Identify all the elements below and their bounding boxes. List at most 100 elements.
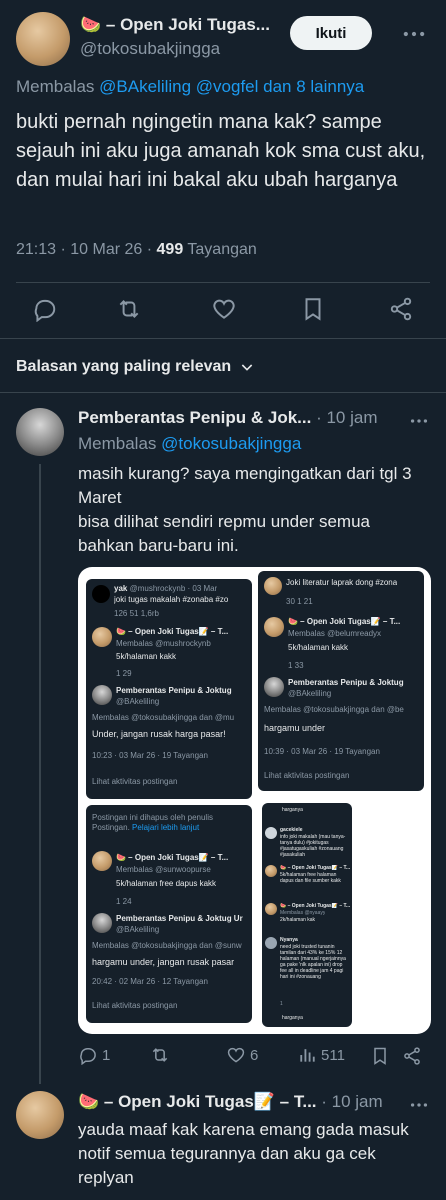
collage-text: 5k/halaman kakk bbox=[288, 643, 349, 652]
collage-text: hargamu under bbox=[264, 723, 326, 733]
repost-icon bbox=[150, 1045, 170, 1065]
reply2-text: yauda maaf kak karena emang gada masuk n… bbox=[78, 1120, 409, 1187]
like-icon[interactable] bbox=[211, 296, 237, 322]
share-icon[interactable] bbox=[388, 296, 414, 322]
collage-text: 20:42 · 02 Mar 26 · 12 Tayangan bbox=[92, 977, 208, 986]
collage-image-top-left[interactable]: yak @mushrockynb · 03 Mar joki tugas mak… bbox=[86, 579, 252, 799]
repost-icon[interactable] bbox=[116, 296, 142, 322]
views-count: 499 bbox=[156, 241, 184, 258]
collage-text: Lihat aktivitas postingan bbox=[264, 771, 350, 780]
collage-text: gacekiele bbox=[280, 827, 303, 833]
views-icon bbox=[297, 1045, 317, 1065]
reply1-like-action[interactable]: 6 bbox=[226, 1045, 258, 1065]
collage-text: Membalas @mushrockynb bbox=[116, 639, 211, 648]
collage-text: Membalas @nyaayy bbox=[280, 910, 326, 916]
thread-line bbox=[39, 464, 41, 1084]
reply2-avatar[interactable] bbox=[16, 1091, 64, 1139]
reply1-avatar[interactable] bbox=[16, 408, 64, 456]
collage-text: Joki literatur laprak dong #zona bbox=[286, 578, 398, 587]
replies-sort-selector[interactable]: Balasan yang paling relevan bbox=[16, 358, 255, 376]
collage-text: Pelajari lebih lanjut bbox=[132, 823, 200, 832]
reply2-time[interactable]: · 10 jam bbox=[321, 1092, 382, 1111]
divider-bottom bbox=[0, 338, 446, 339]
collage-image-bottom-left[interactable]: Postingan ini dihapus oleh penulis Posti… bbox=[86, 805, 252, 1023]
tweet-meta: 21:13 · 10 Mar 26 · 499 Tayangan bbox=[16, 241, 257, 259]
reply1-reply-action[interactable]: 1 bbox=[78, 1045, 111, 1066]
collage-avatar bbox=[92, 913, 112, 933]
collage-avatar bbox=[264, 577, 282, 595]
bookmark-icon[interactable] bbox=[300, 296, 326, 322]
collage-text: 10:39 · 03 Mar 26 · 19 Tayangan bbox=[264, 747, 380, 756]
collage-text: 5k/halaman free halaman dapus dan file s… bbox=[280, 872, 341, 884]
collage-text: Membalas @belumreadyx bbox=[288, 629, 382, 638]
author-handle[interactable]: @tokosubakjingga bbox=[80, 39, 220, 59]
collage-text: 1 24 bbox=[116, 897, 132, 906]
tweet-timestamp[interactable]: 21:13 · 10 Mar 26 · bbox=[16, 241, 152, 258]
collage-text: harganya bbox=[282, 807, 303, 813]
collage-text: Membalas @tokosubakjingga dan @mu bbox=[92, 713, 235, 722]
collage-avatar bbox=[92, 851, 112, 871]
collage-text: Nyanya bbox=[280, 937, 298, 943]
collage-avatar bbox=[92, 627, 112, 647]
collage-text: hargamu under, jangan rusak pasar bbox=[92, 957, 235, 967]
collage-avatar bbox=[264, 617, 284, 637]
collage-text: Membalas @tokosubakjingga dan @be bbox=[264, 705, 404, 714]
collage-text: 1 33 bbox=[288, 661, 304, 670]
collage-text: 2k/halaman kak bbox=[280, 917, 316, 923]
reply2-display-name[interactable]: 🍉 – Open Joki Tugas📝 – T... bbox=[78, 1092, 317, 1111]
collage-avatar bbox=[265, 937, 277, 949]
like-icon bbox=[226, 1045, 246, 1065]
collage-text: harganya bbox=[282, 1015, 303, 1021]
collage-text: @BAkeliling bbox=[116, 925, 160, 934]
reply1-reply-prefix: Membalas bbox=[78, 434, 157, 453]
reply1-replying-to: Membalas @tokosubakjingga bbox=[78, 434, 301, 454]
reply1-header: Pemberantas Penipu & Jok... · 10 jam bbox=[78, 408, 378, 428]
reply1-text: masih kurang? saya mengingatkan dari tgl… bbox=[78, 464, 412, 555]
collage-text: 🍉 – Open Joki Tugas📝 – T... bbox=[116, 853, 229, 862]
reply1-views-action[interactable]: 511 bbox=[297, 1045, 345, 1065]
more-options-icon[interactable] bbox=[400, 20, 428, 48]
tweet-text: bukti pernah ngingetin mana kak? sampe s… bbox=[16, 111, 426, 191]
author-avatar[interactable] bbox=[16, 12, 70, 66]
collage-text: 1 29 bbox=[116, 669, 132, 678]
collage-avatar bbox=[265, 827, 277, 839]
replying-to-prefix: Membalas bbox=[16, 77, 95, 96]
reply1-share-icon[interactable] bbox=[402, 1046, 422, 1066]
collage-text: info joki makalah (mau tanya-tanya dulu)… bbox=[280, 834, 346, 858]
collage-image-bottom-right[interactable]: harganya gacekiele info joki makalah (ma… bbox=[262, 803, 352, 1027]
reply-icon[interactable] bbox=[32, 296, 58, 323]
collage-avatar bbox=[92, 585, 110, 603]
collage-text: 🍉 – Open Joki Tugas📝 – T... bbox=[280, 903, 351, 909]
collage-image-top-right[interactable]: Joki literatur laprak dong #zona 30 1 21… bbox=[258, 571, 424, 791]
collage-text: 🍉 – Open Joki Tugas📝 – T... bbox=[280, 865, 351, 871]
reply1-image-collage[interactable]: yak @mushrockynb · 03 Mar joki tugas mak… bbox=[78, 567, 431, 1034]
collage-avatar bbox=[264, 677, 284, 697]
reply2-more-icon[interactable] bbox=[408, 1094, 430, 1116]
collage-text: Membalas @sunwoopurse bbox=[116, 865, 211, 874]
reply1-display-name[interactable]: Pemberantas Penipu & Jok... bbox=[78, 408, 311, 427]
replying-to-users[interactable]: @BAkeliling @vogfel dan 8 lainnya bbox=[99, 77, 364, 96]
collage-text: Lihat aktivitas postingan bbox=[92, 1001, 178, 1010]
reply1-bookmark-icon[interactable] bbox=[370, 1046, 390, 1066]
collage-text: @mushrockynb · 03 Mar bbox=[129, 584, 218, 593]
reply1-reply-to[interactable]: @tokosubakjingga bbox=[161, 434, 301, 453]
collage-text: 🍉 – Open Joki Tugas📝 – T... bbox=[116, 627, 229, 636]
collage-text: 5k/halaman kakk bbox=[116, 652, 177, 661]
collage-text: @BAkeliling bbox=[116, 697, 160, 706]
replies-sort-label: Balasan yang paling relevan bbox=[16, 358, 232, 375]
reply1-reply-count: 1 bbox=[102, 1046, 111, 1064]
collage-avatar bbox=[265, 903, 277, 915]
reply1-view-count: 511 bbox=[321, 1046, 345, 1064]
collage-text: @BAkeliling bbox=[288, 689, 332, 698]
divider-top bbox=[16, 282, 430, 283]
reply1-more-icon[interactable] bbox=[408, 410, 430, 432]
replying-to: Membalas @BAkeliling @vogfel dan 8 lainn… bbox=[16, 77, 364, 97]
reply1-time[interactable]: · 10 jam bbox=[316, 408, 377, 427]
author-display-name[interactable]: 🍉 – Open Joki Tugas... bbox=[80, 15, 270, 35]
follow-button[interactable]: Ikuti bbox=[290, 16, 372, 50]
collage-text: Under, jangan rusak harga pasar! bbox=[92, 729, 226, 739]
collage-text: yak bbox=[114, 584, 128, 593]
reply1-repost-action[interactable] bbox=[150, 1045, 174, 1065]
reply-icon bbox=[78, 1045, 98, 1066]
collage-text: Pemberantas Penipu & Joktug bbox=[288, 678, 404, 687]
